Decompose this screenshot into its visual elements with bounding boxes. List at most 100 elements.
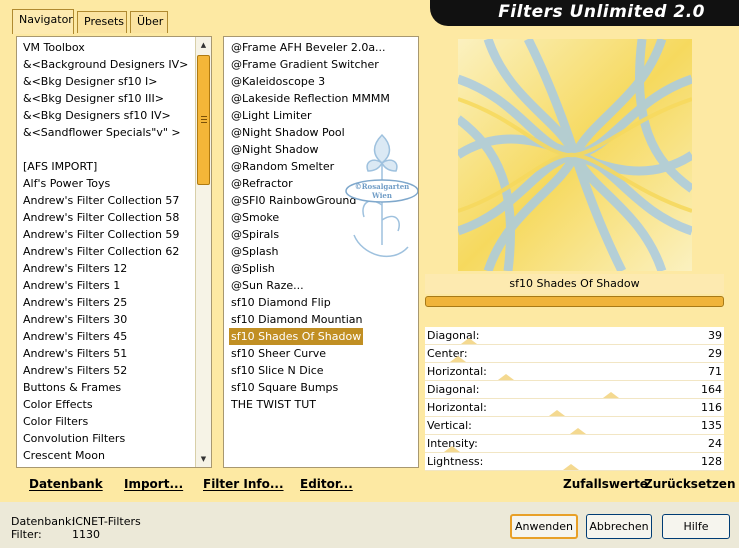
help-button[interactable]: Hilfe xyxy=(662,514,730,539)
parameter-value: 24 xyxy=(708,437,722,450)
category-item[interactable]: Color Effects xyxy=(23,396,93,413)
category-item[interactable]: Andrew's Filter Collection 59 xyxy=(23,226,179,243)
filter-item[interactable]: sf10 Slice N Dice xyxy=(231,362,324,379)
filter-item[interactable]: @Refractor xyxy=(231,175,293,192)
filter-item[interactable]: sf10 Diamond Flip xyxy=(231,294,331,311)
parameter-row[interactable]: Horizontal: 71 xyxy=(425,363,724,381)
scroll-down-icon[interactable]: ▼ xyxy=(196,451,211,467)
category-item[interactable]: VM Toolbox xyxy=(23,39,85,56)
tab-presets[interactable]: Presets xyxy=(77,11,127,33)
category-item[interactable]: Andrew's Filters 51 xyxy=(23,345,127,362)
filter-item[interactable]: @Lakeside Reflection MMMM xyxy=(231,90,390,107)
filter-list[interactable]: @Frame AFH Beveler 2.0a... @Frame Gradien… xyxy=(223,36,419,468)
category-item[interactable]: &<Bkg Designers sf10 IV> xyxy=(23,107,171,124)
category-item[interactable]: Andrew's Filter Collection 58 xyxy=(23,209,179,226)
slider-marker[interactable] xyxy=(603,392,620,398)
category-item[interactable]: &<Sandflower Specials"v" > xyxy=(23,124,181,141)
category-item[interactable]: [AFS IMPORT] xyxy=(23,158,97,175)
filter-info-button[interactable]: Filter Info... xyxy=(203,477,284,491)
slider-marker[interactable] xyxy=(461,338,478,344)
parameter-value: 39 xyxy=(708,329,722,342)
svg-text:©Rosalgarten: ©Rosalgarten xyxy=(355,182,410,191)
category-item[interactable]: &<Bkg Designer sf10 III> xyxy=(23,90,164,107)
import-button[interactable]: Import... xyxy=(124,477,183,491)
category-item[interactable]: Andrew's Filter Collection 62 xyxy=(23,243,179,260)
filter-item[interactable]: @Frame AFH Beveler 2.0a... xyxy=(231,39,386,56)
db-label: Datenbank: xyxy=(11,515,76,528)
parameter-row[interactable]: Lightness: 128 xyxy=(425,453,724,471)
parameter-value: 128 xyxy=(701,455,722,468)
filter-item[interactable]: @Kaleidoscope 3 xyxy=(231,73,325,90)
category-item[interactable]: Andrew's Filter Collection 57 xyxy=(23,192,179,209)
tab-ueber[interactable]: Über xyxy=(130,11,168,33)
filter-item[interactable]: sf10 Diamond Mountian xyxy=(231,311,363,328)
filter-count-label: Filter: xyxy=(11,528,42,541)
filter-item[interactable]: sf10 Shades Of Shadow xyxy=(229,328,364,345)
filter-item[interactable]: @Smoke xyxy=(231,209,279,226)
filter-item[interactable]: THE TWIST TUT xyxy=(231,396,316,413)
filter-item[interactable]: @Sun Raze... xyxy=(231,277,304,294)
category-item[interactable]: Crescent Moon xyxy=(23,447,105,464)
scroll-thumb[interactable] xyxy=(197,55,210,185)
category-item[interactable]: Alf's Power Toys xyxy=(23,175,110,192)
slider-marker[interactable] xyxy=(548,410,565,416)
apply-button[interactable]: Anwenden xyxy=(510,514,578,539)
slider-marker[interactable] xyxy=(444,446,461,452)
parameter-label: Horizontal: xyxy=(427,365,487,378)
parameter-label: Diagonal: xyxy=(427,383,480,396)
filter-item[interactable]: @Night Shadow Pool xyxy=(231,124,345,141)
slider-marker[interactable] xyxy=(450,356,467,362)
filter-item[interactable]: @Random Smelter xyxy=(231,158,334,175)
filter-item[interactable]: @SFI0 RainbowGround xyxy=(231,192,356,209)
parameter-value: 71 xyxy=(708,365,722,378)
slider-marker[interactable] xyxy=(570,428,587,434)
filter-item[interactable]: @Night Shadow xyxy=(231,141,318,158)
category-item[interactable]: &<Background Designers IV> xyxy=(23,56,188,73)
category-item[interactable]: Andrew's Filters 52 xyxy=(23,362,127,379)
parameter-row[interactable]: Center: 29 xyxy=(425,345,724,363)
filter-item[interactable]: @Splish xyxy=(231,260,275,277)
zuruecksetzen-button[interactable]: Zurücksetzen xyxy=(644,477,735,491)
filter-count-value: 1130 xyxy=(72,528,100,541)
category-scrollbar[interactable]: ▲ ▼ xyxy=(195,37,211,467)
editor-button[interactable]: Editor... xyxy=(300,477,353,491)
filter-item[interactable]: @Frame Gradient Switcher xyxy=(231,56,379,73)
category-item[interactable]: Andrew's Filters 45 xyxy=(23,328,127,345)
watermark-logo: ©Rosalgarten Wien xyxy=(345,133,418,258)
progress-bar xyxy=(425,296,724,307)
scroll-up-icon[interactable]: ▲ xyxy=(196,37,211,53)
category-item[interactable]: Andrew's Filters 30 xyxy=(23,311,127,328)
app-title: Filters Unlimited 2.0 xyxy=(498,2,705,22)
filter-item[interactable]: @Splash xyxy=(231,243,278,260)
slider-marker[interactable] xyxy=(497,374,514,380)
preview-image xyxy=(458,39,692,271)
filter-item[interactable]: @Spirals xyxy=(231,226,279,243)
filter-item[interactable]: sf10 Sheer Curve xyxy=(231,345,326,362)
category-item[interactable]: Convolution Filters xyxy=(23,430,125,447)
parameter-label: Lightness: xyxy=(427,455,484,468)
filter-item[interactable]: sf10 Square Bumps xyxy=(231,379,338,396)
category-item[interactable]: Andrew's Filters 1 xyxy=(23,277,120,294)
category-item[interactable]: Color Filters xyxy=(23,413,88,430)
parameter-value: 164 xyxy=(701,383,722,396)
tab-navigator[interactable]: Navigator xyxy=(12,9,74,34)
zufallswerte-button[interactable]: Zufallswerte xyxy=(563,477,648,491)
parameter-label: Horizontal: xyxy=(427,401,487,414)
filter-item[interactable]: @Light Limiter xyxy=(231,107,312,124)
parameter-row[interactable]: Intensity: 24 xyxy=(425,435,724,453)
parameter-row[interactable]: Horizontal: 116 xyxy=(425,399,724,417)
slider-marker[interactable] xyxy=(562,464,579,470)
datenbank-button[interactable]: Datenbank xyxy=(29,477,103,491)
parameter-value: 29 xyxy=(708,347,722,360)
parameter-row[interactable]: Vertical: 135 xyxy=(425,417,724,435)
category-item[interactable]: Andrew's Filters 12 xyxy=(23,260,127,277)
category-item[interactable]: Andrew's Filters 25 xyxy=(23,294,127,311)
parameter-row[interactable]: Diagonal: 164 xyxy=(425,381,724,399)
parameter-row[interactable]: Diagonal: 39 xyxy=(425,327,724,345)
category-item[interactable]: &<Bkg Designer sf10 I> xyxy=(23,73,158,90)
grip-icon xyxy=(201,116,207,117)
cancel-button[interactable]: Abbrechen xyxy=(586,514,652,539)
category-item[interactable]: Buttons & Frames xyxy=(23,379,121,396)
db-value: ICNET-Filters xyxy=(72,515,141,528)
category-list[interactable]: VM Toolbox &<Background Designers IV> &<Bk… xyxy=(16,36,212,468)
